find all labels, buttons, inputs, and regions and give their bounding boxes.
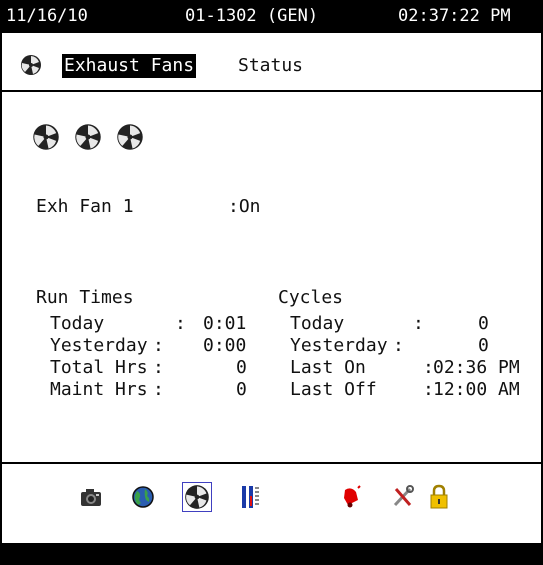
- alarm-bell-icon[interactable]: [338, 484, 364, 510]
- run-yesterday-value: 0:00: [203, 335, 247, 356]
- run-times-header: Run Times: [36, 287, 134, 308]
- cycles-header: Cycles: [278, 287, 344, 308]
- fan1-value: :On: [228, 196, 261, 217]
- run-today-sep: :: [175, 313, 186, 334]
- thermometer-icon[interactable]: [238, 484, 264, 510]
- globe-icon[interactable]: [130, 484, 156, 510]
- cycles-last-off-value: 12:00 AM: [433, 379, 520, 400]
- cycles-yesterday-value: 0: [478, 335, 489, 356]
- run-yesterday-label: Yesterday: [50, 335, 148, 356]
- time-display: 02:37:22 PM: [398, 6, 511, 26]
- status-bar: 11/16/10 01-1302 (GEN) 02:37:22 PM: [0, 0, 543, 33]
- left-border: [0, 33, 2, 543]
- run-today-label: Today: [50, 313, 105, 334]
- run-total-value: 0: [236, 357, 247, 378]
- cycles-yesterday-sep: :: [393, 335, 404, 356]
- run-maint-sep: :: [153, 379, 164, 400]
- title-divider: [0, 90, 543, 92]
- run-maint-value: 0: [236, 379, 247, 400]
- bottom-bar: [0, 543, 543, 565]
- cycles-today-label: Today: [290, 313, 345, 334]
- fan-icon: [21, 55, 41, 75]
- run-maint-label: Maint Hrs: [50, 379, 148, 400]
- controller-id: 01-1302 (GEN): [185, 6, 319, 26]
- fan-icon[interactable]: [32, 123, 60, 151]
- cycles-last-on-value: 02:36 PM: [433, 357, 520, 378]
- tools-icon[interactable]: [390, 484, 416, 510]
- fan-icon[interactable]: [74, 123, 102, 151]
- cycles-today-value: 0: [478, 313, 489, 334]
- camera-icon[interactable]: [78, 484, 104, 510]
- fan-icon[interactable]: [116, 123, 144, 151]
- title-status: Status: [238, 55, 304, 76]
- run-yesterday-sep: :: [153, 335, 164, 356]
- lock-icon[interactable]: [426, 484, 452, 510]
- run-total-sep: :: [153, 357, 164, 378]
- cycles-yesterday-label: Yesterday: [290, 335, 388, 356]
- cycles-today-sep: :: [413, 313, 424, 334]
- toolbar-divider: [0, 462, 543, 464]
- run-total-label: Total Hrs: [50, 357, 148, 378]
- cycles-last-on-label: Last On: [290, 357, 366, 378]
- run-today-value: 0:01: [203, 313, 247, 334]
- date-display: 11/16/10: [6, 6, 88, 26]
- cycles-last-off-label: Last Off: [290, 379, 377, 400]
- fan1-label: Exh Fan 1: [36, 196, 134, 217]
- fan-icon[interactable]: [182, 482, 212, 512]
- title-highlight: Exhaust Fans: [62, 54, 197, 78]
